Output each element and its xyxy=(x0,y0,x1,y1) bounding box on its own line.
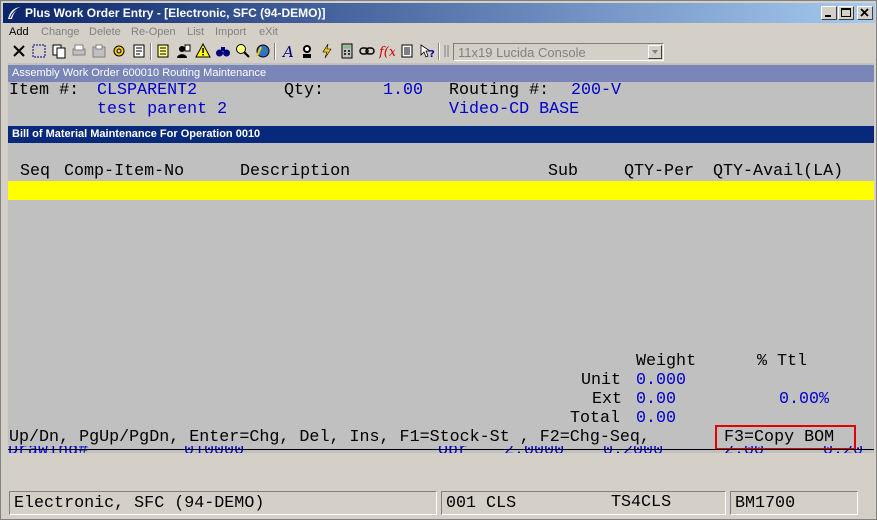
menu-import[interactable]: Import xyxy=(215,26,246,38)
routing-label: Routing #: xyxy=(449,81,550,100)
toolbar: A f(x) ? 11x19 Lucida Console xyxy=(9,42,869,62)
col-description: Description xyxy=(240,162,351,181)
dropdown-button[interactable] xyxy=(648,45,662,59)
status-user-text: 001 CLS xyxy=(446,494,517,513)
col-qty-per: QTY-Per xyxy=(624,162,695,181)
gear-icon[interactable] xyxy=(111,43,127,59)
status-company-text: Electronic, SFC (94-DEMO) xyxy=(14,494,265,513)
weight-label: Weight xyxy=(636,352,697,371)
title-bar[interactable]: Plus Work Order Entry - [Electronic, SFC… xyxy=(3,3,875,23)
unit-label: Unit xyxy=(581,371,622,390)
close-icon[interactable] xyxy=(11,43,27,59)
total-label: Total xyxy=(570,409,621,428)
list-icon[interactable] xyxy=(399,43,415,59)
lightning-icon[interactable] xyxy=(319,43,335,59)
unit-value: 0.000 xyxy=(636,371,687,390)
selected-row[interactable] xyxy=(8,181,874,200)
menu-add[interactable]: Add xyxy=(9,26,29,38)
bom-header: Bill of Material Maintenance For Operati… xyxy=(8,126,874,143)
menu-list[interactable]: List xyxy=(187,26,204,38)
svg-text:A: A xyxy=(281,43,294,59)
select-icon[interactable] xyxy=(31,43,47,59)
routing-value[interactable]: 200-V xyxy=(571,81,621,100)
minimize-icon xyxy=(825,15,831,17)
copy-icon[interactable] xyxy=(51,43,67,59)
terminal-screen: Assembly Work Order 600010 Routing Maint… xyxy=(8,63,874,453)
window-title: Plus Work Order Entry - [Electronic, SFC… xyxy=(25,6,326,20)
item-label: Item #: xyxy=(9,81,80,100)
maximize-button[interactable] xyxy=(838,6,854,20)
help-line: Up/Dn, PgUp/PgDn, Enter=Chg, Del, Ins, F… xyxy=(9,428,650,447)
routing-description: Video-CD BASE xyxy=(449,100,580,119)
col-comp-item: Comp-Item-No xyxy=(64,162,185,181)
section-header: Assembly Work Order 600010 Routing Maint… xyxy=(8,65,874,82)
globe-icon[interactable] xyxy=(255,43,271,59)
chevron-down-icon xyxy=(652,50,658,54)
export-icon[interactable] xyxy=(91,43,107,59)
pct-total-label: % Ttl xyxy=(757,352,808,371)
font-select[interactable]: 11x19 Lucida Console xyxy=(453,43,664,61)
highlight-annotation xyxy=(715,425,856,450)
toolbar-separator xyxy=(150,43,152,60)
warning-icon[interactable] xyxy=(195,43,211,59)
user-icon[interactable] xyxy=(175,43,191,59)
grip-icon xyxy=(439,43,449,59)
col-seq: Seq xyxy=(20,162,51,181)
ext-value: 0.00 xyxy=(636,390,677,409)
col-sub: Sub xyxy=(548,162,579,181)
status-program: BM1700 xyxy=(730,491,858,515)
qty-value[interactable]: 1.00 xyxy=(383,81,423,100)
status-user: 001 CLS xyxy=(441,491,726,515)
ext-pct-value: 0.00% xyxy=(779,390,830,409)
notes-icon[interactable] xyxy=(131,43,147,59)
total-value: 0.00 xyxy=(636,409,677,428)
menu-reopen[interactable]: Re-Open xyxy=(131,26,176,38)
item-value[interactable]: CLSPARENT2 xyxy=(97,81,197,100)
item-description: test parent 2 xyxy=(97,100,228,119)
search-icon[interactable] xyxy=(235,43,251,59)
font-select-value: 11x19 Lucida Console xyxy=(458,45,586,60)
status-company: Electronic, SFC (94-DEMO) xyxy=(9,491,437,515)
list-box-icon[interactable] xyxy=(155,43,171,59)
link-icon[interactable] xyxy=(359,43,375,59)
main-window: Plus Work Order Entry - [Electronic, SFC… xyxy=(0,0,877,520)
status-terminal: TS4CLS xyxy=(611,493,672,512)
script-icon[interactable]: A xyxy=(279,43,295,59)
qty-label: Qty: xyxy=(284,81,325,100)
minimize-button[interactable] xyxy=(821,6,837,20)
app-icon xyxy=(8,7,20,19)
toolbar-separator xyxy=(274,43,276,60)
svg-text:f(x): f(x) xyxy=(379,45,395,59)
svg-text:?: ? xyxy=(429,49,435,59)
function-icon[interactable]: f(x) xyxy=(379,43,395,59)
ext-label: Ext xyxy=(592,390,623,409)
person-icon[interactable] xyxy=(299,43,315,59)
col-qty-avail: QTY-Avail(LA) xyxy=(713,162,844,181)
print-icon[interactable] xyxy=(71,43,87,59)
help-icon[interactable]: ? xyxy=(419,43,435,59)
maximize-icon xyxy=(841,8,851,17)
menu-exit[interactable]: eXit xyxy=(259,26,278,38)
menu-delete[interactable]: Delete xyxy=(89,26,121,38)
status-program-text: BM1700 xyxy=(735,494,796,513)
status-bar: Electronic, SFC (94-DEMO) 001 CLS TS4CLS… xyxy=(5,491,874,517)
menu-change[interactable]: Change xyxy=(41,26,80,38)
calculator-icon[interactable] xyxy=(339,43,355,59)
binoculars-icon[interactable] xyxy=(215,43,231,59)
close-button[interactable] xyxy=(857,6,873,20)
close-icon xyxy=(860,8,869,17)
divider xyxy=(8,449,874,450)
